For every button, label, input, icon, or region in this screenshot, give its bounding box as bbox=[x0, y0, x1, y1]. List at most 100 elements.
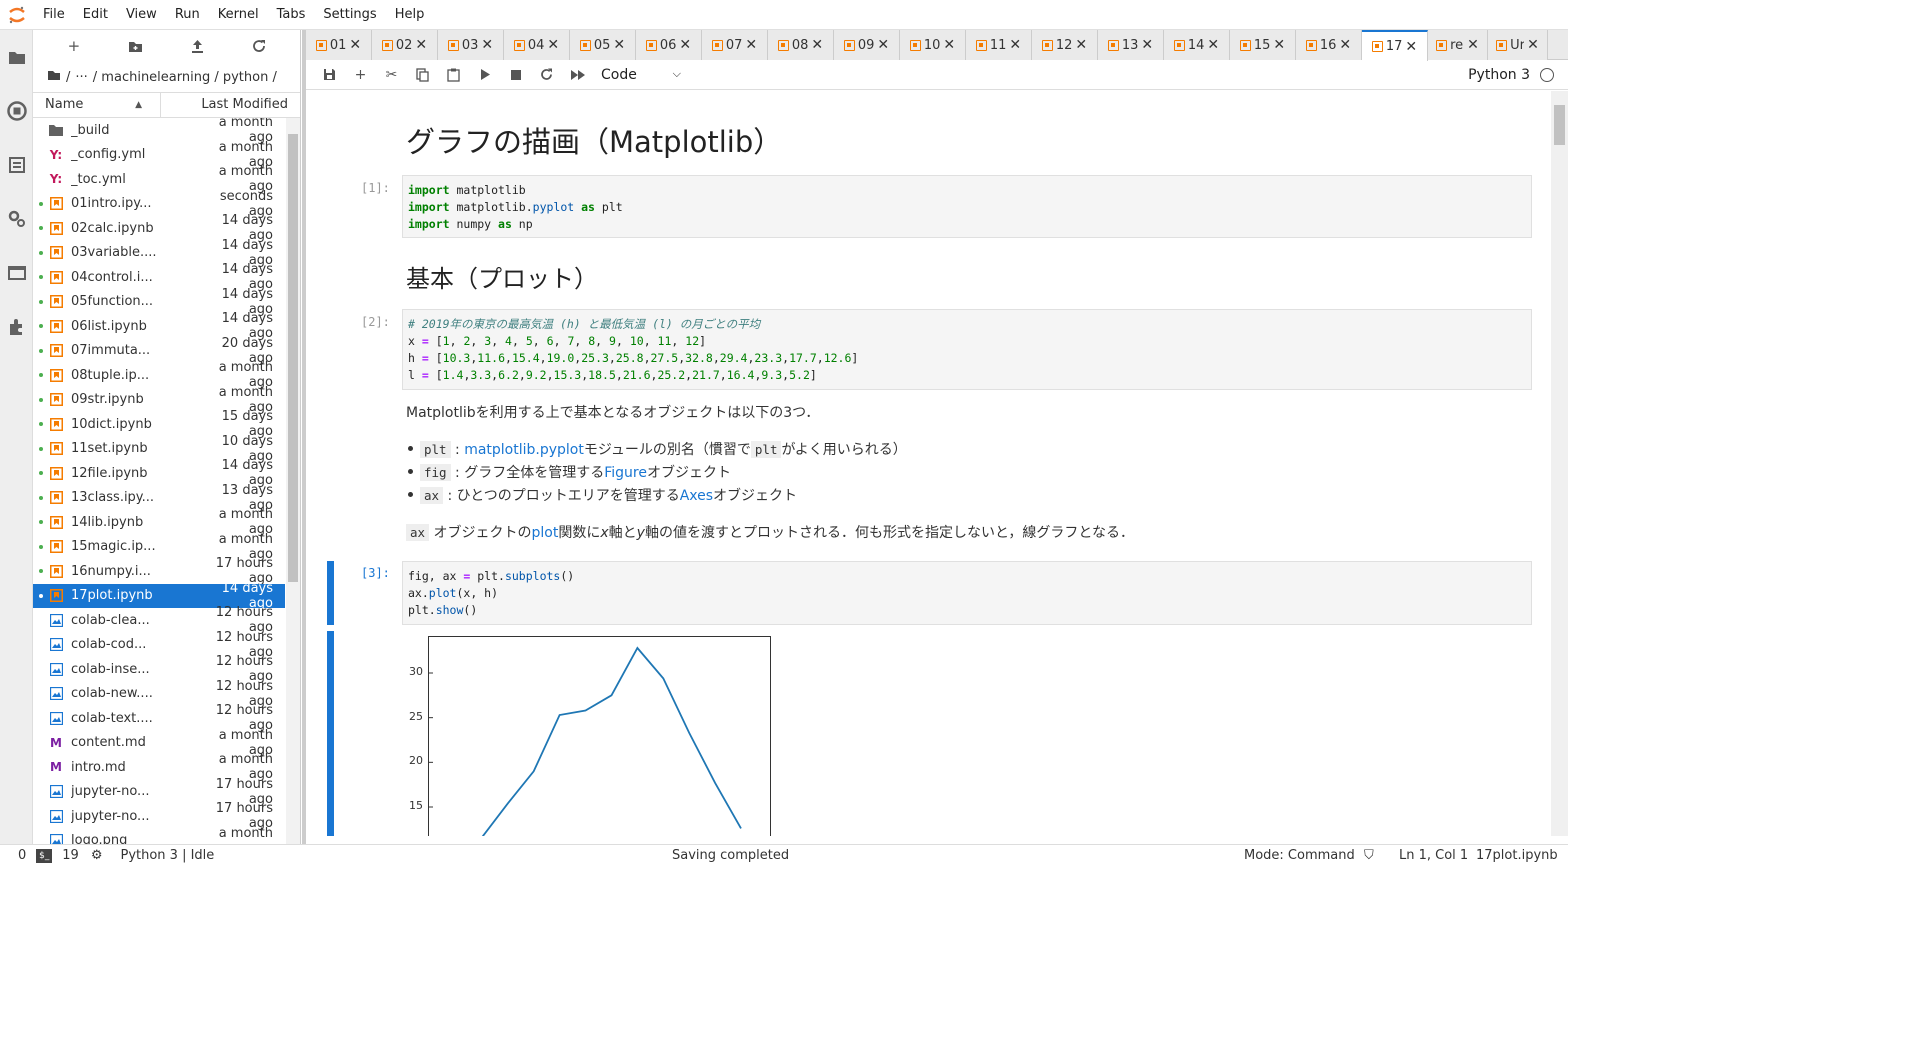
menu-edit[interactable]: Edit bbox=[74, 0, 117, 30]
cursor-position[interactable]: Ln 1, Col 1 bbox=[1399, 848, 1468, 863]
commands-icon[interactable] bbox=[0, 138, 33, 192]
property-inspector-icon[interactable] bbox=[0, 192, 33, 246]
tab-04[interactable]: 04 ✕ bbox=[504, 30, 570, 60]
close-icon[interactable]: ✕ bbox=[745, 37, 757, 53]
math-y: y bbox=[636, 525, 645, 541]
active-cell-collapser[interactable] bbox=[327, 561, 334, 625]
tab-13[interactable]: 13 ✕ bbox=[1098, 30, 1164, 60]
close-icon[interactable]: ✕ bbox=[1207, 37, 1219, 53]
menu-file[interactable]: File bbox=[34, 0, 74, 30]
cut-icon[interactable]: ✂ bbox=[376, 62, 407, 88]
code-cell-2[interactable]: # 2019年の東京の最高気温 (h) と最低気温 (l) の月ごとの平均 x … bbox=[402, 309, 1532, 390]
insert-cell-icon[interactable]: + bbox=[345, 62, 376, 88]
tab-08[interactable]: 08 ✕ bbox=[768, 30, 834, 60]
tab-07[interactable]: 07 ✕ bbox=[702, 30, 768, 60]
kernel-name[interactable]: Python 3 bbox=[1468, 67, 1530, 83]
running-kernels-count[interactable]: 0 bbox=[18, 848, 26, 863]
close-icon[interactable]: ✕ bbox=[1467, 37, 1479, 53]
close-icon[interactable]: ✕ bbox=[1527, 37, 1539, 53]
close-icon[interactable]: ✕ bbox=[1141, 37, 1153, 53]
notebook-icon bbox=[645, 39, 657, 51]
tab-17[interactable]: 17 ✕ bbox=[1362, 30, 1428, 61]
code-cell-1[interactable]: import matplotlib import matplotlib.pypl… bbox=[402, 175, 1532, 238]
column-header-name[interactable]: Name ▲ bbox=[33, 93, 161, 117]
image-icon bbox=[49, 662, 63, 676]
file-name: colab-cod... bbox=[71, 637, 147, 653]
tab-01[interactable]: 01 ✕ bbox=[306, 30, 372, 60]
link-figure[interactable]: Figure bbox=[604, 465, 647, 481]
extension-icon[interactable] bbox=[0, 300, 33, 354]
paragraph-text: 関数に bbox=[558, 525, 601, 541]
close-icon[interactable]: ✕ bbox=[349, 37, 361, 53]
menu-tabs[interactable]: Tabs bbox=[268, 0, 315, 30]
menu-run[interactable]: Run bbox=[166, 0, 209, 30]
close-icon[interactable]: ✕ bbox=[613, 37, 625, 53]
tabs-icon[interactable] bbox=[0, 246, 33, 300]
close-icon[interactable]: ✕ bbox=[679, 37, 691, 53]
restart-icon[interactable] bbox=[531, 62, 562, 88]
home-folder-icon[interactable] bbox=[47, 69, 61, 85]
cell-type-select[interactable]: Code ⌵ bbox=[601, 67, 681, 83]
refresh-icon[interactable] bbox=[244, 34, 274, 58]
tab-16[interactable]: 16 ✕ bbox=[1296, 30, 1362, 60]
menu-settings[interactable]: Settings bbox=[314, 0, 385, 30]
code-cell-3[interactable]: fig, ax = plt.subplots() ax.plot(x, h) p… bbox=[402, 561, 1532, 625]
tab-06[interactable]: 06 ✕ bbox=[636, 30, 702, 60]
stop-icon[interactable] bbox=[500, 62, 531, 88]
fast-forward-icon[interactable] bbox=[562, 62, 593, 88]
save-icon[interactable] bbox=[314, 62, 345, 88]
tab-11[interactable]: 11 ✕ bbox=[966, 30, 1032, 60]
link-plot[interactable]: plot bbox=[532, 525, 559, 541]
close-icon[interactable]: ✕ bbox=[1339, 37, 1351, 53]
activity-bar bbox=[0, 30, 33, 844]
close-icon[interactable]: ✕ bbox=[481, 37, 493, 53]
running-icon[interactable] bbox=[0, 84, 33, 138]
tab-10[interactable]: 10 ✕ bbox=[900, 30, 966, 60]
menu-help[interactable]: Help bbox=[386, 0, 434, 30]
new-folder-icon[interactable] bbox=[121, 34, 151, 58]
close-icon[interactable]: ✕ bbox=[943, 37, 955, 53]
tab-Ur[interactable]: Ur ✕ bbox=[1488, 30, 1548, 60]
file-row[interactable]: logo.png a month ago bbox=[33, 826, 285, 844]
file-name: colab-inse... bbox=[71, 661, 150, 677]
math-x: x bbox=[600, 525, 609, 541]
close-icon[interactable]: ✕ bbox=[1009, 37, 1021, 53]
tab-05[interactable]: 05 ✕ bbox=[570, 30, 636, 60]
close-icon[interactable]: ✕ bbox=[547, 37, 559, 53]
tab-15[interactable]: 15 ✕ bbox=[1230, 30, 1296, 60]
close-icon[interactable]: ✕ bbox=[1075, 37, 1087, 53]
folder-icon[interactable] bbox=[0, 30, 33, 84]
copy-icon[interactable] bbox=[407, 62, 438, 88]
output-collapser[interactable] bbox=[327, 631, 334, 836]
terminals-count[interactable]: 19 bbox=[62, 848, 79, 863]
kernel-status[interactable]: Python 3 | Idle bbox=[120, 848, 214, 863]
paste-icon[interactable] bbox=[438, 62, 469, 88]
notebook-icon bbox=[1305, 39, 1317, 51]
close-icon[interactable]: ✕ bbox=[415, 37, 427, 53]
column-header-modified[interactable]: Last Modified bbox=[161, 93, 300, 117]
new-launcher-icon[interactable]: + bbox=[59, 34, 89, 58]
breadcrumb-path[interactable]: / machinelearning / python / bbox=[93, 70, 277, 85]
run-icon[interactable] bbox=[469, 62, 500, 88]
tab-02[interactable]: 02 ✕ bbox=[372, 30, 438, 60]
file-list-scrollbar[interactable] bbox=[286, 118, 300, 844]
menu-view[interactable]: View bbox=[117, 0, 166, 30]
tab-09[interactable]: 09 ✕ bbox=[834, 30, 900, 60]
close-icon[interactable]: ✕ bbox=[1405, 39, 1417, 55]
tab-12[interactable]: 12 ✕ bbox=[1032, 30, 1098, 60]
menu-kernel[interactable]: Kernel bbox=[209, 0, 268, 30]
upload-icon[interactable] bbox=[182, 34, 212, 58]
tab-03[interactable]: 03 ✕ bbox=[438, 30, 504, 60]
close-icon[interactable]: ✕ bbox=[1273, 37, 1285, 53]
link-axes[interactable]: Axes bbox=[680, 488, 713, 504]
notebook-scrollbar[interactable] bbox=[1551, 91, 1568, 836]
link-matplotlib-pyplot[interactable]: matplotlib.pyplot bbox=[464, 442, 584, 458]
close-icon[interactable]: ✕ bbox=[811, 37, 823, 53]
mode-indicator[interactable]: Mode: Command bbox=[1244, 848, 1355, 863]
close-icon[interactable]: ✕ bbox=[877, 37, 889, 53]
tab-14[interactable]: 14 ✕ bbox=[1164, 30, 1230, 60]
notebook-icon bbox=[49, 221, 63, 235]
breadcrumb-ellipsis[interactable]: ··· bbox=[75, 70, 87, 85]
shield-icon[interactable]: ⛉ bbox=[1364, 848, 1374, 863]
tab-re[interactable]: re ✕ bbox=[1428, 30, 1488, 60]
